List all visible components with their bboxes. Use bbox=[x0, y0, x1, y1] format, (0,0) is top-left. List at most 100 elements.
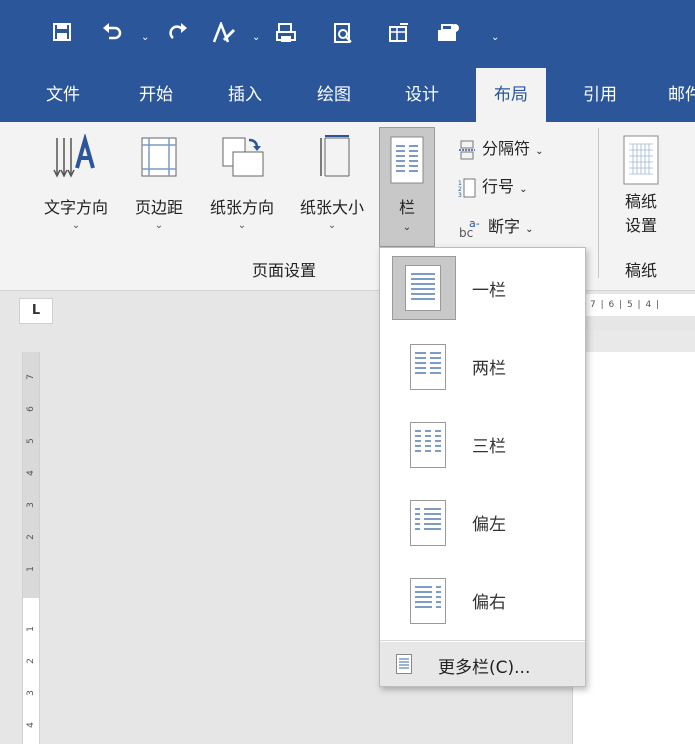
hyphenation-label: 断字 bbox=[488, 217, 521, 236]
quick-access-toolbar: ⌄ ⌄ ⌄ bbox=[0, 0, 695, 68]
tab-file[interactable]: 文件 bbox=[46, 68, 80, 122]
text-direction-label: 文字方向 bbox=[43, 198, 108, 217]
ruler-mark: 4 bbox=[26, 722, 36, 728]
undo-dropdown-icon[interactable]: ⌄ bbox=[141, 26, 149, 50]
tab-mailings[interactable]: 邮件 bbox=[668, 68, 695, 122]
chevron-down-icon: ⌄ bbox=[327, 220, 337, 231]
thumb bbox=[392, 568, 456, 632]
orientation-button[interactable]: 纸张方向 ⌄ bbox=[196, 134, 288, 231]
line-numbers-label: 行号 bbox=[482, 177, 515, 196]
chevron-down-icon: ⌄ bbox=[71, 220, 81, 231]
ruler-mark: 3 bbox=[26, 502, 36, 508]
orientation-icon bbox=[222, 137, 264, 177]
format-dropdown-icon[interactable]: ⌄ bbox=[252, 26, 260, 50]
ruler-mark: 6 bbox=[26, 406, 36, 412]
ribbon-tabs: 文件 开始 插入 绘图 设计 布局 引用 邮件 bbox=[0, 68, 695, 122]
text-direction-icon bbox=[53, 134, 95, 178]
ruler-mark: 2 bbox=[26, 534, 36, 540]
manuscript-icon bbox=[623, 135, 659, 185]
line-numbers-button[interactable]: 1 2 3 行号 ⌄ bbox=[458, 174, 528, 200]
vertical-ruler[interactable]: 7 6 5 4 3 2 1 1 2 3 4 bbox=[22, 352, 40, 744]
menu-item-label: 三栏 bbox=[472, 437, 506, 457]
menu-item-label: 偏左 bbox=[472, 515, 506, 535]
size-button[interactable]: 纸张大小 ⌄ bbox=[288, 134, 376, 231]
group-label-manuscript: 稿纸 bbox=[625, 261, 658, 280]
text-direction-button[interactable]: 文字方向 ⌄ bbox=[28, 134, 124, 231]
chevron-down-icon: ⌄ bbox=[535, 146, 544, 157]
two-columns-icon bbox=[410, 344, 446, 390]
menu-item-label: 两栏 bbox=[472, 359, 506, 379]
group-label-page-setup: 页面设置 bbox=[252, 261, 317, 280]
tab-references[interactable]: 引用 bbox=[583, 68, 617, 122]
manuscript-settings-button[interactable]: 稿纸 设置 bbox=[608, 134, 674, 236]
document-page[interactable] bbox=[572, 352, 695, 744]
page-top-margin bbox=[572, 330, 695, 352]
ruler-mark: 1 bbox=[26, 566, 36, 572]
manuscript-settings-label-line2: 设置 bbox=[624, 216, 657, 235]
columns-button[interactable]: 栏 ⌄ bbox=[379, 127, 435, 247]
menu-item-three-columns[interactable]: 三栏 bbox=[380, 404, 585, 482]
tab-design[interactable]: 设计 bbox=[405, 68, 439, 122]
thumb bbox=[392, 412, 456, 476]
horizontal-ruler[interactable]: 7 | 6 | 5 | 4 | bbox=[586, 294, 695, 316]
hyphenation-icon: bca- bbox=[459, 218, 480, 238]
right-column-icon bbox=[410, 578, 446, 624]
chevron-down-icon: ⌄ bbox=[154, 220, 164, 231]
chevron-down-icon: ⌄ bbox=[237, 220, 247, 231]
menu-item-left[interactable]: 偏左 bbox=[380, 482, 585, 560]
ruler-mark: 2 bbox=[26, 658, 36, 664]
tab-home[interactable]: 开始 bbox=[139, 68, 173, 122]
tab-selector-button[interactable]: L bbox=[19, 298, 53, 324]
more-columns-icon bbox=[396, 654, 412, 674]
print-preview-icon[interactable] bbox=[275, 22, 297, 46]
hyphenation-button[interactable]: bc a- 断字 ⌄ bbox=[458, 214, 534, 240]
manuscript-settings-label-line1: 稿纸 bbox=[624, 192, 657, 211]
selected-highlight bbox=[392, 256, 456, 320]
tab-insert[interactable]: 插入 bbox=[228, 68, 262, 122]
more-columns-label: 更多栏(C)... bbox=[438, 658, 531, 678]
customize-icon[interactable]: ⌄ bbox=[491, 26, 499, 50]
redo-icon[interactable] bbox=[167, 22, 189, 46]
columns-label: 栏 bbox=[398, 198, 415, 217]
margins-button[interactable]: 页边距 ⌄ bbox=[120, 134, 198, 231]
format-painter-icon[interactable] bbox=[212, 20, 236, 46]
tab-draw[interactable]: 绘图 bbox=[317, 68, 351, 122]
find-icon[interactable] bbox=[332, 22, 354, 46]
one-column-icon bbox=[405, 265, 441, 311]
ruler-mark: 1 bbox=[26, 626, 36, 632]
margins-icon bbox=[141, 137, 177, 177]
toolbar-options-icon[interactable] bbox=[436, 22, 460, 46]
menu-separator bbox=[380, 640, 585, 641]
chevron-down-icon: ⌄ bbox=[402, 222, 412, 233]
menu-item-more-columns[interactable]: 更多栏(C)... bbox=[380, 642, 585, 686]
undo-icon[interactable] bbox=[101, 22, 123, 46]
three-columns-icon bbox=[410, 422, 446, 468]
ruler-mark: 7 bbox=[26, 374, 36, 380]
thumb bbox=[392, 490, 456, 554]
save-icon[interactable] bbox=[52, 22, 72, 46]
menu-item-label: 一栏 bbox=[472, 281, 506, 301]
ruler-mark: 4 bbox=[26, 470, 36, 476]
chevron-down-icon: ⌄ bbox=[519, 184, 528, 195]
line-numbers-icon: 123 bbox=[458, 178, 476, 198]
ruler-mark: 5 bbox=[26, 438, 36, 444]
columns-dropdown-menu: 一栏 两栏 三栏 偏左 偏右 更多栏(C)... bbox=[379, 247, 586, 687]
svg-text:3: 3 bbox=[458, 192, 462, 198]
breaks-button[interactable]: 分隔符 ⌄ bbox=[458, 136, 544, 162]
orientation-label: 纸张方向 bbox=[209, 198, 274, 217]
group-divider bbox=[598, 128, 599, 278]
size-label: 纸张大小 bbox=[299, 198, 364, 217]
svg-text:a-: a- bbox=[469, 218, 480, 230]
margins-label: 页边距 bbox=[134, 198, 183, 217]
left-column-icon bbox=[410, 500, 446, 546]
menu-item-one-column[interactable]: 一栏 bbox=[380, 248, 585, 326]
menu-item-two-columns[interactable]: 两栏 bbox=[380, 326, 585, 404]
thumb bbox=[392, 334, 456, 398]
tab-layout[interactable]: 布局 bbox=[476, 68, 546, 122]
ruler-mark: 3 bbox=[26, 690, 36, 696]
columns-icon bbox=[390, 136, 424, 184]
menu-item-label: 偏右 bbox=[472, 593, 506, 613]
menu-item-right[interactable]: 偏右 bbox=[380, 560, 585, 638]
table-icon[interactable] bbox=[388, 22, 410, 46]
chevron-down-icon: ⌄ bbox=[525, 224, 534, 235]
